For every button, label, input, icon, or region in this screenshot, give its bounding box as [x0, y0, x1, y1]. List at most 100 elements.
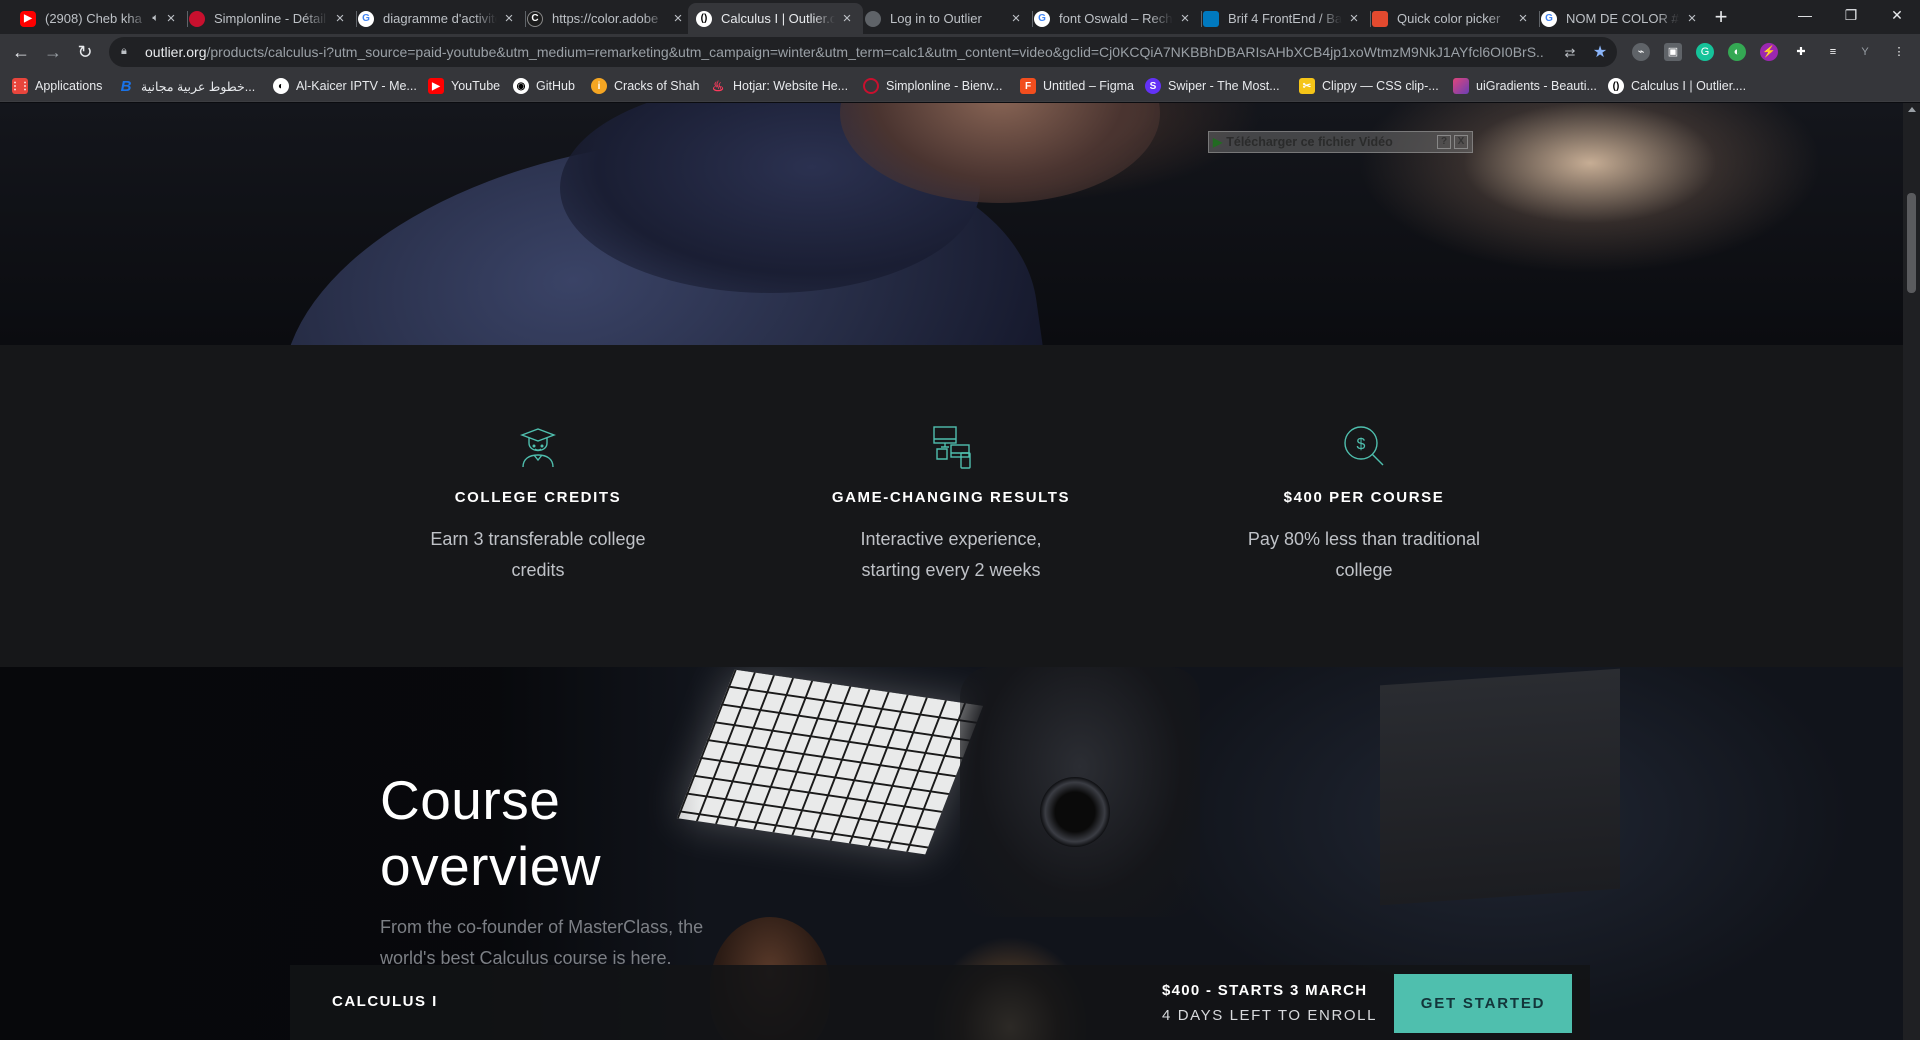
- tab-calculus-outlier[interactable]: () Calculus I | Outlier.o ×: [688, 3, 863, 34]
- close-icon[interactable]: X: [1454, 135, 1468, 149]
- forward-icon[interactable]: →: [40, 39, 66, 65]
- tab-font-oswald[interactable]: G font Oswald – Rech ×: [1026, 3, 1202, 34]
- scroll-up-icon[interactable]: [1908, 107, 1916, 112]
- minimize-icon[interactable]: —: [1782, 0, 1828, 30]
- google-icon: G: [1541, 10, 1557, 27]
- feature-description: Interactive experience, starting every 2…: [860, 529, 1042, 580]
- menu-kebab-icon[interactable]: ⋮: [1890, 43, 1908, 61]
- bookmark-figma[interactable]: F Untitled – Figma: [1020, 76, 1134, 96]
- adobe-color-icon: C: [527, 10, 543, 27]
- studio-panel: [1380, 668, 1620, 906]
- svg-text:$: $: [1357, 436, 1366, 453]
- close-tab-icon[interactable]: ×: [332, 10, 348, 27]
- get-started-button[interactable]: GET STARTED: [1394, 974, 1572, 1033]
- close-tab-icon[interactable]: ×: [1177, 10, 1193, 27]
- close-tab-icon[interactable]: ×: [1515, 10, 1531, 27]
- profile-avatar-icon[interactable]: Y: [1856, 43, 1874, 61]
- tab-adobe-color[interactable]: C https://color.adobe ×: [519, 3, 695, 34]
- close-tab-icon[interactable]: ×: [670, 10, 686, 27]
- feature-price-per-course: $ $400 PER COURSE Pay 80% less than trad…: [1214, 423, 1514, 586]
- figma-icon: F: [1020, 78, 1036, 94]
- tab-quick-color-picker[interactable]: Quick color picker ×: [1364, 3, 1540, 34]
- bookmark-simplonline[interactable]: Simplonline - Bienv...: [863, 76, 1003, 96]
- grammarly-icon[interactable]: G: [1696, 43, 1714, 61]
- bookmark-arabic-fonts[interactable]: B خطوط عربية مجانية...: [118, 76, 256, 96]
- price-start-date: $400 - STARTS 3 MARCH: [1162, 982, 1368, 999]
- simplon-icon: [189, 10, 205, 27]
- video-download-bar[interactable]: ▶ Télécharger ce fichier Vidéo ? X: [1208, 131, 1473, 153]
- camera-lens: [1040, 777, 1110, 847]
- hero-video[interactable]: ▶ Télécharger ce fichier Vidéo ? X: [0, 103, 1903, 345]
- tab-nom-de-color[interactable]: G NOM DE COLOR #5 ×: [1533, 3, 1708, 34]
- new-tab-button[interactable]: +: [1707, 4, 1735, 32]
- feature-title: GAME-CHANGING RESULTS: [831, 489, 1071, 506]
- simplon-icon: [863, 78, 879, 94]
- google-icon: G: [1034, 10, 1050, 27]
- feature-college-credits: COLLEGE CREDITS Earn 3 transferable coll…: [388, 423, 688, 586]
- speaker-icon[interactable]: 🔈︎: [152, 12, 159, 25]
- swiper-icon: S: [1145, 78, 1161, 94]
- tab-simplonline[interactable]: Simplonline - Détail ×: [181, 3, 357, 34]
- tab-trello[interactable]: Brif 4 FrontEnd / Ba ×: [1195, 3, 1371, 34]
- tab-title: https://color.adobe: [552, 11, 659, 26]
- media-queue-icon[interactable]: ≡: [1824, 43, 1842, 61]
- bookmark-youtube[interactable]: ▶ YouTube: [428, 76, 500, 96]
- close-tab-icon[interactable]: ×: [1008, 10, 1024, 27]
- tab-youtube[interactable]: ▶ (2908) Cheb kha 🔈︎ ×: [12, 3, 188, 34]
- feature-description: Pay 80% less than traditional college: [1247, 529, 1481, 580]
- youtube-icon: ▶: [20, 10, 36, 27]
- page-scrollbar[interactable]: [1903, 103, 1920, 1040]
- tab-diagramme[interactable]: G diagramme d'activité ×: [350, 3, 526, 34]
- translate-icon[interactable]: ⇄: [1561, 44, 1579, 62]
- back-icon[interactable]: ←: [8, 39, 34, 65]
- close-tab-icon[interactable]: ×: [1684, 10, 1700, 27]
- feature-description: Earn 3 transferable college credits: [430, 529, 646, 580]
- window-close-icon[interactable]: ✕: [1874, 0, 1920, 30]
- bookmark-calculus-outlier[interactable]: () Calculus I | Outlier....: [1608, 76, 1746, 96]
- course-name: CALCULUS I: [332, 993, 438, 1010]
- outlier-icon: (): [696, 10, 712, 27]
- tab-login-outlier[interactable]: Log in to Outlier ×: [857, 3, 1033, 34]
- profile-extension-icon[interactable]: ⚡: [1760, 43, 1778, 61]
- screenshot-extension-icon[interactable]: ▣: [1664, 43, 1682, 61]
- address-bar[interactable]: 🔒︎ outlier.org/products/calculus-i?utm_s…: [109, 37, 1617, 67]
- tab-title: NOM DE COLOR #5: [1566, 11, 1680, 26]
- lock-icon[interactable]: 🔒︎: [121, 45, 135, 59]
- google-icon: G: [358, 10, 374, 27]
- scrollbar-thumb[interactable]: [1907, 193, 1916, 293]
- sticky-enroll-bar: CALCULUS I $400 - STARTS 3 MARCH 4 DAYS …: [290, 965, 1590, 1040]
- bookmark-clippy[interactable]: ✂ Clippy — CSS clip-...: [1299, 76, 1439, 96]
- close-tab-icon[interactable]: ×: [839, 10, 855, 27]
- extension-icon-1[interactable]: ⌁: [1632, 43, 1650, 61]
- bookmark-github[interactable]: ◉ GitHub: [513, 76, 575, 96]
- apps-grid-icon: ⋮⋮: [10, 78, 30, 94]
- close-tab-icon[interactable]: ×: [501, 10, 517, 27]
- tab-title: (2908) Cheb kha: [45, 11, 142, 26]
- reload-icon[interactable]: ↻: [72, 39, 98, 65]
- close-tab-icon[interactable]: ×: [1346, 10, 1362, 27]
- help-icon[interactable]: ?: [1437, 135, 1451, 149]
- url-text[interactable]: outlier.org/products/calculus-i?utm_sour…: [145, 44, 1545, 60]
- bold-b-icon: B: [120, 77, 132, 95]
- bookmark-uigradients[interactable]: uiGradients - Beauti...: [1453, 76, 1597, 96]
- browser-window: ▶ (2908) Cheb kha 🔈︎ × Simplonline - Dét…: [0, 0, 1920, 1040]
- restore-icon[interactable]: ❐: [1828, 0, 1874, 30]
- tab-title: font Oswald – Rech: [1059, 11, 1173, 26]
- bookmark-star-icon[interactable]: ★: [1591, 44, 1609, 62]
- bookmark-swiper[interactable]: S Swiper - The Most...: [1145, 76, 1280, 96]
- bookmark-cracks-of-shah[interactable]: i Cracks of Shah: [591, 76, 699, 96]
- course-overview-title: Course overview: [380, 769, 602, 897]
- bookmark-applications[interactable]: ⋮⋮ Applications: [10, 76, 102, 96]
- feature-title: COLLEGE CREDITS: [454, 489, 622, 506]
- extensions-puzzle-icon[interactable]: ✚: [1792, 43, 1810, 61]
- graduate-icon: [520, 428, 556, 468]
- color-picker-icon: [1372, 10, 1388, 27]
- tab-title: diagramme d'activité: [383, 11, 497, 26]
- tab-strip: ▶ (2908) Cheb kha 🔈︎ × Simplonline - Dét…: [0, 0, 1920, 34]
- color-extension-icon[interactable]: ◐: [1728, 43, 1746, 61]
- download-label[interactable]: Télécharger ce fichier Vidéo: [1226, 135, 1434, 149]
- tab-title: Simplonline - Détail: [214, 11, 326, 26]
- bookmark-iptv[interactable]: ◐ Al-Kaicer IPTV - Me...: [273, 76, 417, 96]
- close-tab-icon[interactable]: ×: [163, 10, 179, 27]
- bookmark-hotjar[interactable]: ♨ Hotjar: Website He...: [710, 76, 848, 96]
